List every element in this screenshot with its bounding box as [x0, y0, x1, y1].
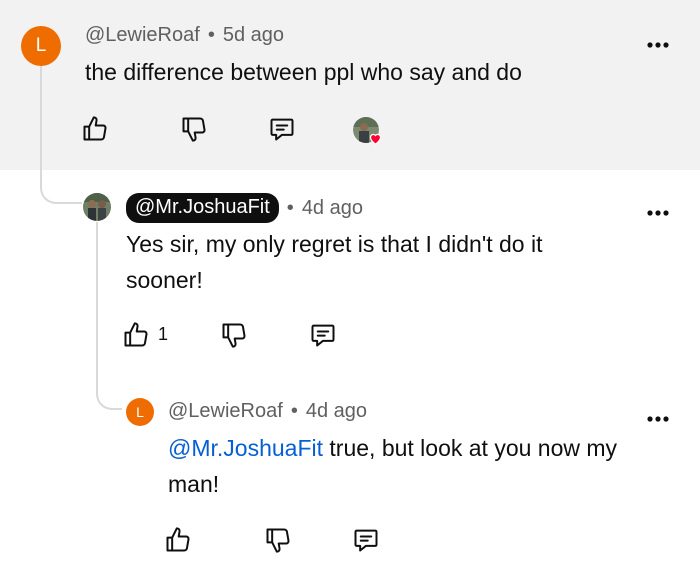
thumbs-down-icon: [266, 528, 290, 553]
like-button[interactable]: [160, 522, 196, 558]
comment-timestamp[interactable]: 4d ago: [306, 400, 367, 423]
avatar-letter: L: [35, 35, 47, 56]
comment-text: @Mr.JoshuaFit true, but look at you now …: [168, 430, 638, 502]
dislike-button[interactable]: [260, 522, 296, 558]
thumbs-up-icon: [83, 116, 107, 141]
reply-button[interactable]: [348, 522, 384, 558]
thread-line: [96, 222, 122, 410]
comment-timestamp[interactable]: 5d ago: [223, 24, 284, 47]
more-vert-icon: [647, 210, 669, 216]
more-options-button[interactable]: [643, 407, 673, 431]
more-vert-icon: [647, 416, 669, 422]
avatar[interactable]: L: [126, 398, 154, 426]
reply-icon: [311, 324, 335, 347]
dislike-button[interactable]: [216, 317, 252, 353]
comment-text: the difference between ppl who say and d…: [85, 59, 522, 85]
like-button[interactable]: [118, 317, 154, 353]
separator-dot: •: [207, 24, 215, 46]
comment-meta: @LewieRoaf • 5d ago: [85, 24, 284, 47]
comment-timestamp[interactable]: 4d ago: [302, 197, 363, 220]
more-options-button[interactable]: [643, 33, 673, 57]
reply-button[interactable]: [264, 111, 300, 147]
more-options-button[interactable]: [643, 201, 673, 225]
thumbs-down-icon: [222, 323, 246, 348]
comment-meta: @LewieRoaf • 4d ago: [168, 400, 367, 423]
reply-icon: [354, 529, 378, 552]
reply-button[interactable]: [305, 317, 341, 353]
thread-line: [40, 62, 82, 204]
separator-dot: •: [290, 400, 298, 422]
like-button[interactable]: [77, 111, 113, 147]
comment-meta: @Mr.JoshuaFit • 4d ago: [126, 193, 363, 223]
thumbs-up-icon: [124, 322, 148, 347]
avatar-letter: L: [136, 404, 144, 420]
like-count: 1: [158, 324, 169, 344]
creator-author-badge[interactable]: @Mr.JoshuaFit: [126, 193, 279, 223]
creator-heart-icon: [369, 133, 382, 145]
reply-icon: [270, 118, 294, 141]
profile-photo-icon: [83, 193, 111, 221]
comment-text: Yes sir, my only regret is that I didn't…: [126, 231, 543, 293]
comment-author[interactable]: @LewieRoaf: [85, 24, 200, 47]
mention-link[interactable]: @Mr.JoshuaFit: [168, 435, 323, 461]
thumbs-up-icon: [166, 527, 190, 552]
more-vert-icon: [647, 42, 669, 48]
avatar[interactable]: L: [21, 26, 61, 66]
thumbs-down-icon: [182, 117, 206, 142]
dislike-button[interactable]: [176, 111, 212, 147]
creator-heart-badge[interactable]: [353, 117, 382, 145]
comment-author[interactable]: @LewieRoaf: [168, 400, 283, 423]
separator-dot: •: [286, 196, 294, 219]
avatar[interactable]: [83, 193, 111, 221]
